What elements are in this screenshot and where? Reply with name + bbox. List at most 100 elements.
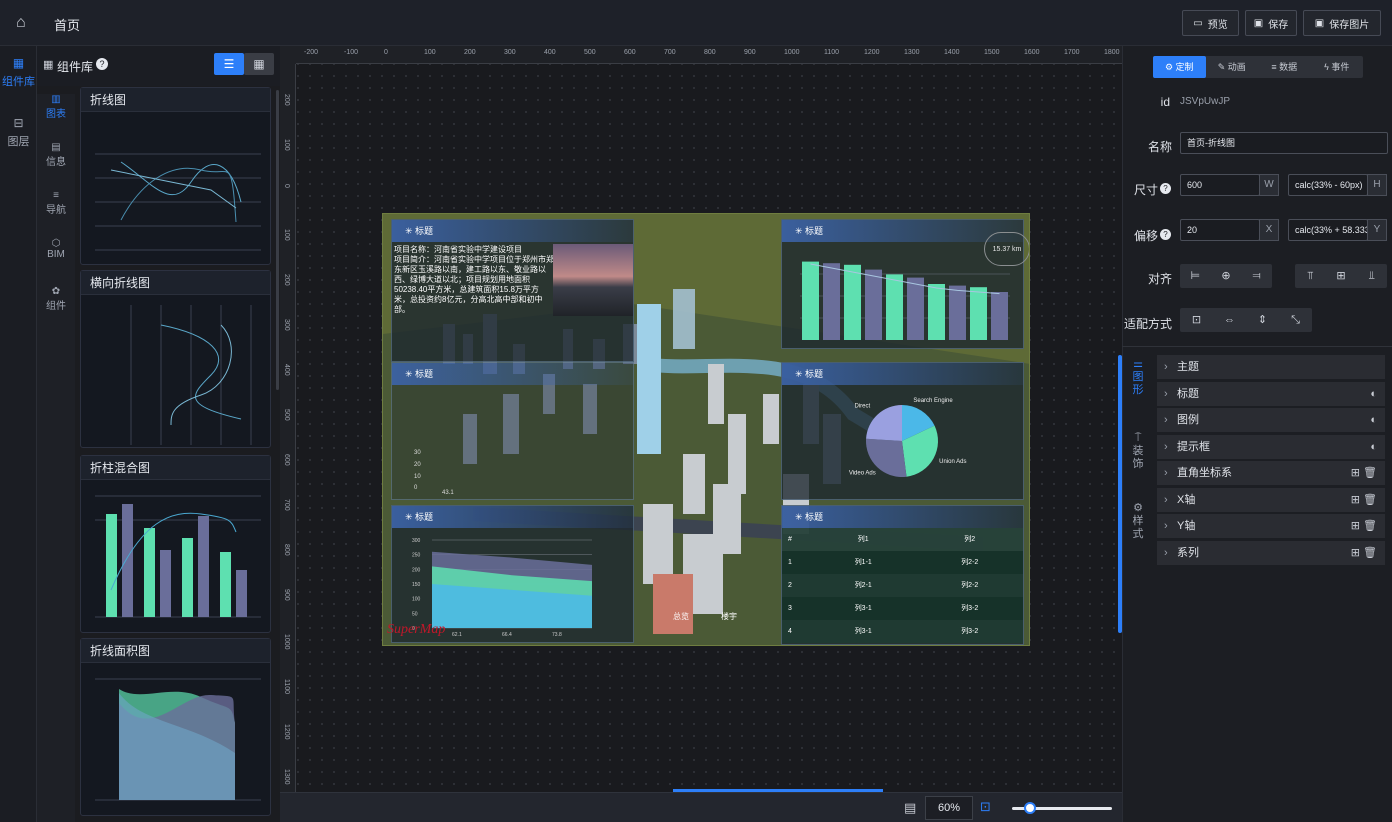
- table-cell: #: [788, 536, 792, 543]
- grid-icon: ▦: [43, 59, 54, 71]
- home-icon[interactable]: ⌂: [16, 14, 26, 32]
- fit-stretch-icon[interactable]: ⤡: [1279, 308, 1312, 332]
- align-right-icon[interactable]: ⫤: [1241, 264, 1272, 288]
- align-bottom-icon[interactable]: ⫫: [1356, 264, 1387, 288]
- library-scrollbar[interactable]: [276, 90, 279, 390]
- menu-icon: ≡: [53, 190, 59, 201]
- rail-library[interactable]: ▦ 组件库: [0, 56, 37, 89]
- fit-label: 适配方式: [1123, 317, 1172, 331]
- toggle-icon[interactable]: ◐: [1370, 408, 1377, 433]
- section-title[interactable]: › 标题 ◐: [1157, 382, 1385, 407]
- width-field[interactable]: 600: [1180, 174, 1260, 196]
- tab-event[interactable]: ϟ 事件: [1311, 56, 1364, 78]
- size-label: 尺寸: [1133, 183, 1158, 197]
- save-button[interactable]: ▣ 保存: [1245, 10, 1297, 36]
- zoom-slider-handle[interactable]: [1024, 802, 1036, 814]
- table-row: 4 列3-1 列3-2: [782, 620, 1023, 643]
- list-view-button[interactable]: ☰: [214, 53, 244, 75]
- horizontal-line-thumbnail: [130, 305, 252, 445]
- add-delete-icon[interactable]: ⊞ 🗑: [1351, 514, 1377, 539]
- fit-width-icon[interactable]: ⇔: [1213, 308, 1246, 332]
- toggle-icon[interactable]: ◐: [1370, 435, 1377, 460]
- category-chart[interactable]: ▥ 图表: [37, 94, 75, 120]
- section-grid[interactable]: › 直角坐标系 ⊞ 🗑: [1157, 461, 1385, 486]
- grid-view-button[interactable]: ▦: [244, 53, 274, 75]
- align-middle-icon[interactable]: ⊞: [1326, 264, 1357, 288]
- category-component[interactable]: ✿ 组件: [37, 286, 75, 312]
- align-left-icon[interactable]: ⊨: [1180, 264, 1211, 288]
- project-description: 项目名称：河南省实验中学建设项目 项目简介：河南省实验中学项目位于郑州市郑东新区…: [394, 245, 554, 314]
- left-rail: ▦ 组件库 ⊟ 图层: [0, 46, 37, 822]
- preview-button[interactable]: ▭ 预览: [1182, 10, 1239, 36]
- card-horizontal-line-chart[interactable]: 横向折线图: [80, 270, 271, 448]
- card-line-chart[interactable]: 折线图: [80, 87, 271, 265]
- tab-animation[interactable]: ✎ 动画: [1206, 56, 1259, 78]
- lock-icon[interactable]: ⊡: [980, 799, 991, 815]
- align-top-icon[interactable]: ⫪: [1295, 264, 1326, 288]
- fit-height-icon[interactable]: ⇕: [1246, 308, 1279, 332]
- align-center-icon[interactable]: ⊕: [1211, 264, 1242, 288]
- properties-panel: ⚙ 定制 ✎ 动画 ≡ 数据 ϟ 事件: [1122, 46, 1392, 822]
- section-x-axis[interactable]: › X轴 ⊞ 🗑: [1157, 488, 1385, 513]
- chevron-right-icon: ›: [1164, 441, 1168, 453]
- ruler-corner: [280, 46, 296, 64]
- section-legend[interactable]: › 图例 ◐: [1157, 408, 1385, 433]
- toggle-icon[interactable]: ◐: [1370, 382, 1377, 407]
- help-icon[interactable]: ?: [1160, 229, 1171, 240]
- side-tab-decoration[interactable]: ⍑ 装饰: [1127, 432, 1149, 471]
- tag-building[interactable]: 楼宇: [721, 611, 737, 622]
- ruler-tick: 300: [283, 319, 290, 331]
- add-delete-icon[interactable]: ⊞ 🗑: [1351, 541, 1377, 566]
- name-field[interactable]: 首页-折线图: [1180, 132, 1388, 154]
- section-theme[interactable]: › 主题: [1157, 355, 1385, 380]
- bar: [907, 277, 924, 340]
- star-icon: ✳: [795, 369, 806, 379]
- document-icon: ▤: [51, 142, 61, 153]
- table-row: 1 列1-1 列2-2: [782, 551, 1023, 574]
- ruler-tick: 1800: [1104, 49, 1120, 56]
- chevron-right-icon: ›: [1164, 547, 1168, 559]
- brush-icon: ⍑: [1134, 432, 1142, 444]
- side-scrollbar[interactable]: [1118, 355, 1122, 633]
- section-tooltip[interactable]: › 提示框 ◐: [1157, 435, 1385, 460]
- pie-chart: Search Engine Union Ads Video Ads Direct: [849, 398, 967, 477]
- add-delete-icon[interactable]: ⊞ 🗑: [1351, 488, 1377, 513]
- ruler-tick: 100: [283, 139, 290, 151]
- y-tick: 250: [412, 553, 421, 559]
- height-field[interactable]: calc(33% - 60px): [1288, 174, 1368, 196]
- side-tab-graphic[interactable]: ⚌ 图形: [1127, 358, 1149, 397]
- fit-contain-icon[interactable]: ⊡: [1180, 308, 1213, 332]
- ruler-tick: 1100: [824, 49, 840, 56]
- table-cell: 列3-2: [961, 628, 979, 635]
- section-series[interactable]: › 系列 ⊞ 🗑: [1157, 541, 1385, 566]
- layers-icon: ⊟: [13, 116, 24, 130]
- help-icon[interactable]: ?: [1160, 183, 1171, 194]
- star-icon: ✳: [795, 226, 806, 236]
- page-title: 首页: [54, 18, 81, 33]
- category-bim[interactable]: ⬡ BIM: [37, 238, 75, 260]
- offset-y-field[interactable]: calc(33% + 58.333px): [1288, 219, 1368, 241]
- x-tick: 66.4: [502, 632, 512, 638]
- pie-label: Video Ads: [849, 471, 876, 477]
- tag-overview[interactable]: 总览: [673, 611, 689, 622]
- section-y-axis[interactable]: › Y轴 ⊞ 🗑: [1157, 514, 1385, 539]
- card-title: 横向折线图: [81, 271, 270, 295]
- card-bar-line-chart[interactable]: 折柱混合图: [80, 455, 271, 633]
- table-cell: 4: [788, 628, 792, 635]
- dashboard-preview[interactable]: ✳ 标题 项目名称：河南省实验中学建设项目 项目简介：河南省实验中学项目位于郑州…: [382, 213, 1030, 646]
- zoom-value[interactable]: 60%: [925, 796, 973, 820]
- side-tab-style[interactable]: ⚙ 样式: [1127, 502, 1149, 541]
- bar: [823, 263, 840, 340]
- rail-layers[interactable]: ⊟ 图层: [0, 116, 37, 149]
- card-area-chart[interactable]: 折线面积图: [80, 638, 271, 816]
- offset-x-field[interactable]: 20: [1180, 219, 1260, 241]
- add-delete-icon[interactable]: ⊞ 🗑: [1351, 461, 1377, 486]
- category-info[interactable]: ▤ 信息: [37, 142, 75, 168]
- tab-data[interactable]: ≡ 数据: [1258, 56, 1311, 78]
- project-panel: ✳ 标题 项目名称：河南省实验中学建设项目 项目简介：河南省实验中学项目位于郑州…: [391, 219, 634, 362]
- category-nav[interactable]: ≡ 导航: [37, 190, 75, 216]
- page-icon[interactable]: ▤: [904, 800, 916, 816]
- save-image-button[interactable]: ▣ 保存图片: [1303, 10, 1381, 36]
- help-icon[interactable]: ?: [96, 58, 108, 70]
- tab-custom[interactable]: ⚙ 定制: [1153, 56, 1206, 78]
